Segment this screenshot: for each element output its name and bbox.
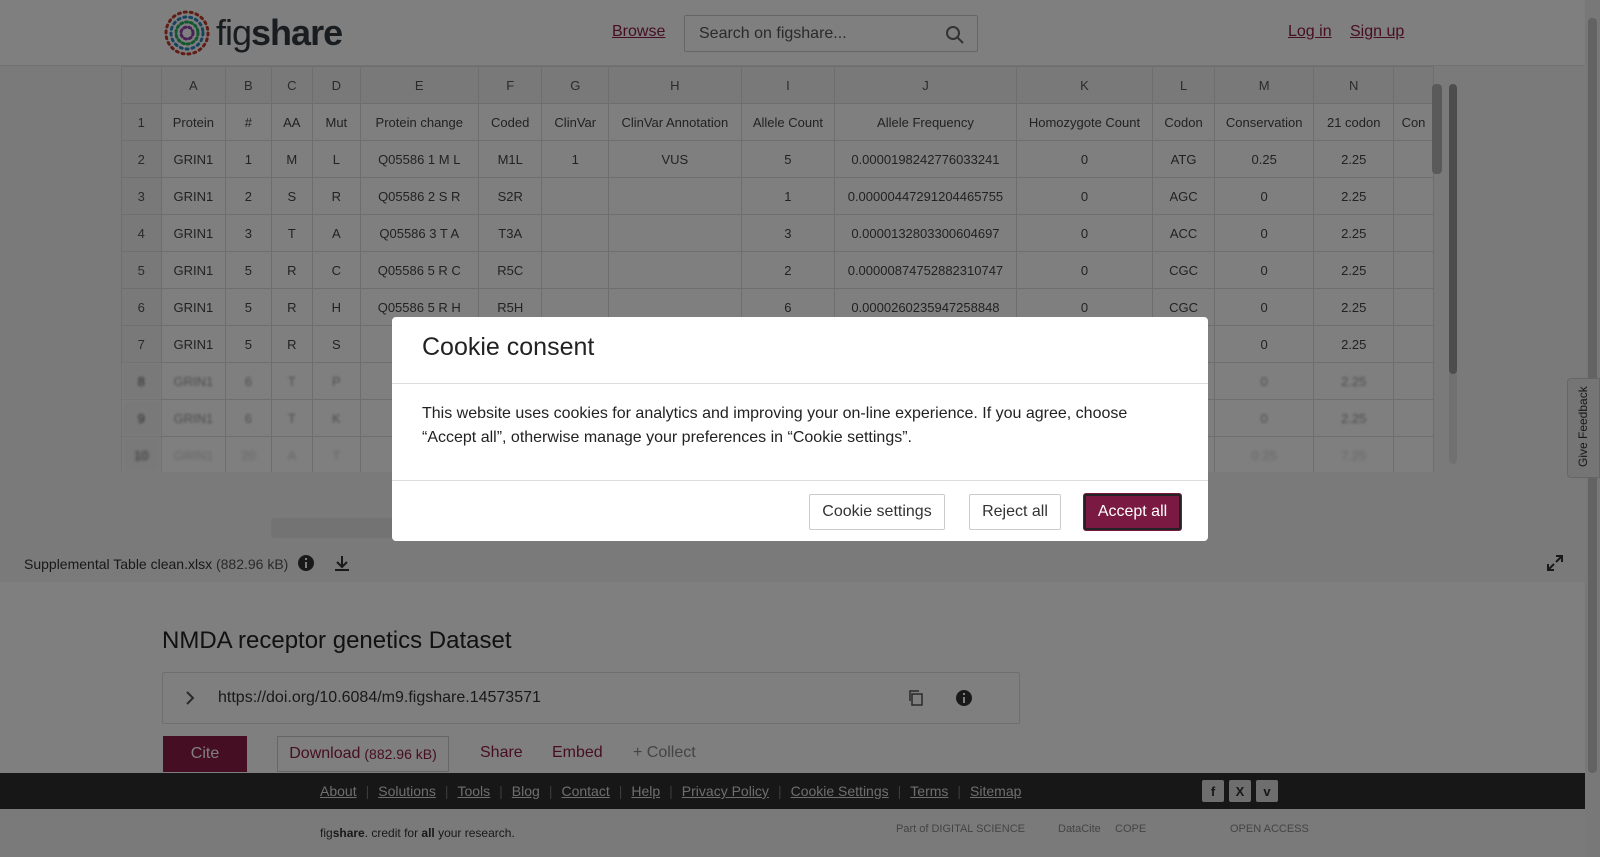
divider [392, 383, 1208, 384]
modal-body: This website uses cookies for analytics … [422, 405, 1128, 446]
divider [392, 480, 1208, 481]
accept-all-button[interactable]: Accept all [1084, 494, 1181, 530]
reject-all-button[interactable]: Reject all [969, 494, 1061, 530]
modal-title: Cookie consent [422, 333, 595, 361]
cookie-settings-button[interactable]: Cookie settings [809, 494, 945, 530]
cookie-consent-dialog: Cookie consent This website uses cookies… [392, 317, 1208, 541]
